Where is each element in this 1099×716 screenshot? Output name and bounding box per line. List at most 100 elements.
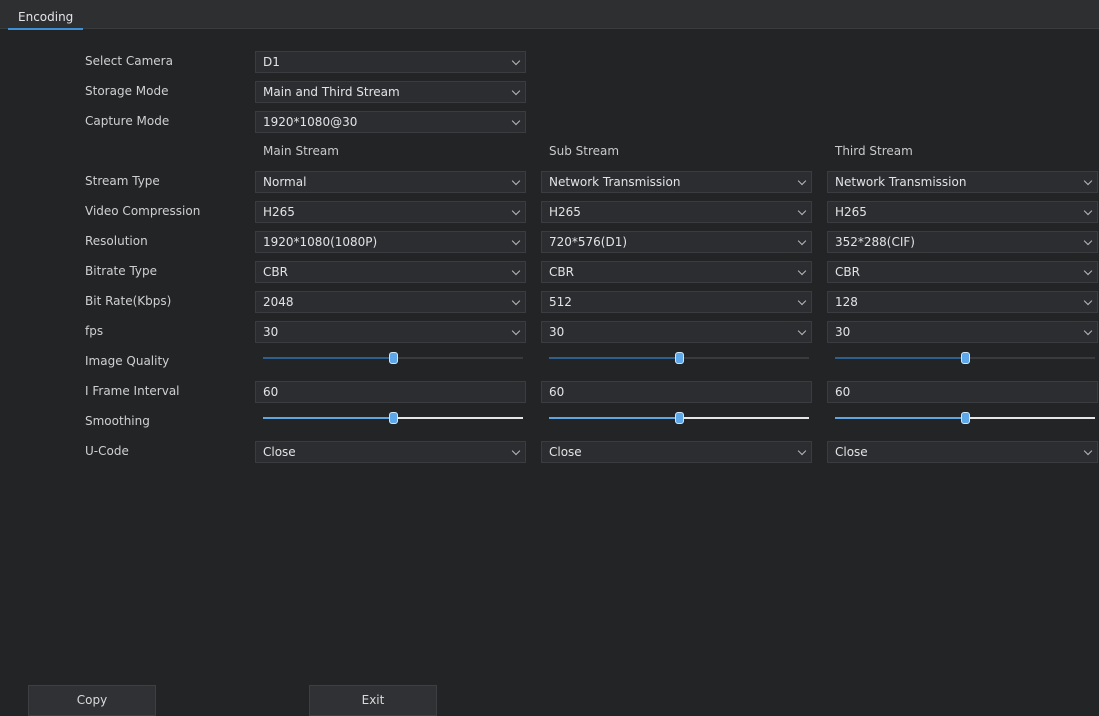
- chevron-down-icon: [511, 236, 521, 246]
- main-bitrate-type-dropdown[interactable]: CBR: [255, 261, 526, 283]
- third-fps-dropdown[interactable]: 30: [827, 321, 1098, 343]
- main-fps-value: 30: [263, 325, 279, 339]
- main-u-code-dropdown[interactable]: Close: [255, 441, 526, 463]
- third-i-frame-interval-input[interactable]: 60: [827, 381, 1098, 403]
- slider-fill: [549, 357, 679, 359]
- slider-track: [965, 417, 1095, 419]
- select-camera-label: Select Camera: [85, 54, 173, 68]
- sub-bit-rate-value: 512: [549, 295, 572, 309]
- third-image-quality-slider[interactable]: [835, 352, 1095, 364]
- sub-stream-type-dropdown[interactable]: Network Transmission: [541, 171, 812, 193]
- chevron-down-icon: [511, 266, 521, 276]
- chevron-down-icon: [797, 176, 807, 186]
- bitrate-type-label: Bitrate Type: [85, 264, 158, 278]
- slider-fill: [263, 357, 393, 359]
- main-bit-rate-value: 2048: [263, 295, 294, 309]
- slider-thumb[interactable]: [675, 412, 684, 424]
- smoothing-label: Smoothing: [85, 414, 150, 428]
- main-resolution-value: 1920*1080(1080P): [263, 235, 378, 249]
- third-video-compression-dropdown[interactable]: H265: [827, 201, 1098, 223]
- storage-mode-value: Main and Third Stream: [263, 85, 400, 99]
- chevron-down-icon: [511, 116, 521, 126]
- chevron-down-icon: [511, 206, 521, 216]
- slider-fill: [263, 417, 393, 419]
- chevron-down-icon: [797, 236, 807, 246]
- slider-thumb[interactable]: [961, 412, 970, 424]
- third-bitrate-type-dropdown[interactable]: CBR: [827, 261, 1098, 283]
- main-stream-header: Main Stream: [263, 144, 339, 158]
- sub-fps-dropdown[interactable]: 30: [541, 321, 812, 343]
- chevron-down-icon: [1083, 176, 1093, 186]
- slider-fill: [835, 417, 965, 419]
- i-frame-interval-label: I Frame Interval: [85, 384, 180, 398]
- chevron-down-icon: [511, 86, 521, 96]
- encoding-panel: Select Camera D1 Storage Mode Main and T…: [0, 29, 1099, 716]
- slider-track: [393, 357, 523, 359]
- sub-resolution-dropdown[interactable]: 720*576(D1): [541, 231, 812, 253]
- third-smoothing-slider[interactable]: [835, 412, 1095, 424]
- main-fps-dropdown[interactable]: 30: [255, 321, 526, 343]
- chevron-down-icon: [797, 326, 807, 336]
- tab-encoding[interactable]: Encoding: [8, 8, 84, 30]
- slider-track: [679, 357, 809, 359]
- main-smoothing-slider[interactable]: [263, 412, 523, 424]
- capture-mode-value: 1920*1080@30: [263, 115, 358, 129]
- main-resolution-dropdown[interactable]: 1920*1080(1080P): [255, 231, 526, 253]
- sub-resolution-value: 720*576(D1): [549, 235, 628, 249]
- slider-track: [965, 357, 1095, 359]
- chevron-down-icon: [511, 446, 521, 456]
- u-code-label: U-Code: [85, 444, 129, 458]
- chevron-down-icon: [1083, 206, 1093, 216]
- copy-button[interactable]: Copy: [28, 685, 156, 716]
- sub-u-code-dropdown[interactable]: Close: [541, 441, 812, 463]
- slider-thumb[interactable]: [389, 352, 398, 364]
- third-bit-rate-dropdown[interactable]: 128: [827, 291, 1098, 313]
- slider-thumb[interactable]: [675, 352, 684, 364]
- fps-label: fps: [85, 324, 104, 338]
- main-stream-type-value: Normal: [263, 175, 307, 189]
- slider-thumb[interactable]: [961, 352, 970, 364]
- third-fps-value: 30: [835, 325, 851, 339]
- main-image-quality-slider[interactable]: [263, 352, 523, 364]
- main-stream-type-dropdown[interactable]: Normal: [255, 171, 526, 193]
- exit-button[interactable]: Exit: [309, 685, 437, 716]
- main-video-compression-value: H265: [263, 205, 295, 219]
- chevron-down-icon: [1083, 326, 1093, 336]
- storage-mode-dropdown[interactable]: Main and Third Stream: [255, 81, 526, 103]
- third-stream-header: Third Stream: [835, 144, 913, 158]
- slider-track: [393, 417, 523, 419]
- third-stream-type-value: Network Transmission: [835, 175, 967, 189]
- main-u-code-value: Close: [263, 445, 296, 459]
- storage-mode-label: Storage Mode: [85, 84, 169, 98]
- image-quality-label: Image Quality: [85, 354, 170, 368]
- stream-type-label: Stream Type: [85, 174, 160, 188]
- third-video-compression-value: H265: [835, 205, 867, 219]
- sub-image-quality-slider[interactable]: [549, 352, 809, 364]
- bit-rate-label: Bit Rate(Kbps): [85, 294, 172, 308]
- resolution-label: Resolution: [85, 234, 148, 248]
- sub-bit-rate-dropdown[interactable]: 512: [541, 291, 812, 313]
- sub-i-frame-interval-input[interactable]: 60: [541, 381, 812, 403]
- chevron-down-icon: [797, 296, 807, 306]
- sub-bitrate-type-dropdown[interactable]: CBR: [541, 261, 812, 283]
- third-resolution-dropdown[interactable]: 352*288(CIF): [827, 231, 1098, 253]
- third-u-code-value: Close: [835, 445, 868, 459]
- third-u-code-dropdown[interactable]: Close: [827, 441, 1098, 463]
- main-bit-rate-dropdown[interactable]: 2048: [255, 291, 526, 313]
- chevron-down-icon: [797, 206, 807, 216]
- main-video-compression-dropdown[interactable]: H265: [255, 201, 526, 223]
- slider-thumb[interactable]: [389, 412, 398, 424]
- main-i-frame-interval-input[interactable]: 60: [255, 381, 526, 403]
- third-stream-type-dropdown[interactable]: Network Transmission: [827, 171, 1098, 193]
- chevron-down-icon: [1083, 296, 1093, 306]
- chevron-down-icon: [511, 326, 521, 336]
- slider-fill: [549, 417, 679, 419]
- capture-mode-dropdown[interactable]: 1920*1080@30: [255, 111, 526, 133]
- select-camera-dropdown[interactable]: D1: [255, 51, 526, 73]
- slider-track: [679, 417, 809, 419]
- main-bitrate-type-value: CBR: [263, 265, 288, 279]
- sub-video-compression-dropdown[interactable]: H265: [541, 201, 812, 223]
- chevron-down-icon: [1083, 236, 1093, 246]
- slider-fill: [835, 357, 965, 359]
- sub-smoothing-slider[interactable]: [549, 412, 809, 424]
